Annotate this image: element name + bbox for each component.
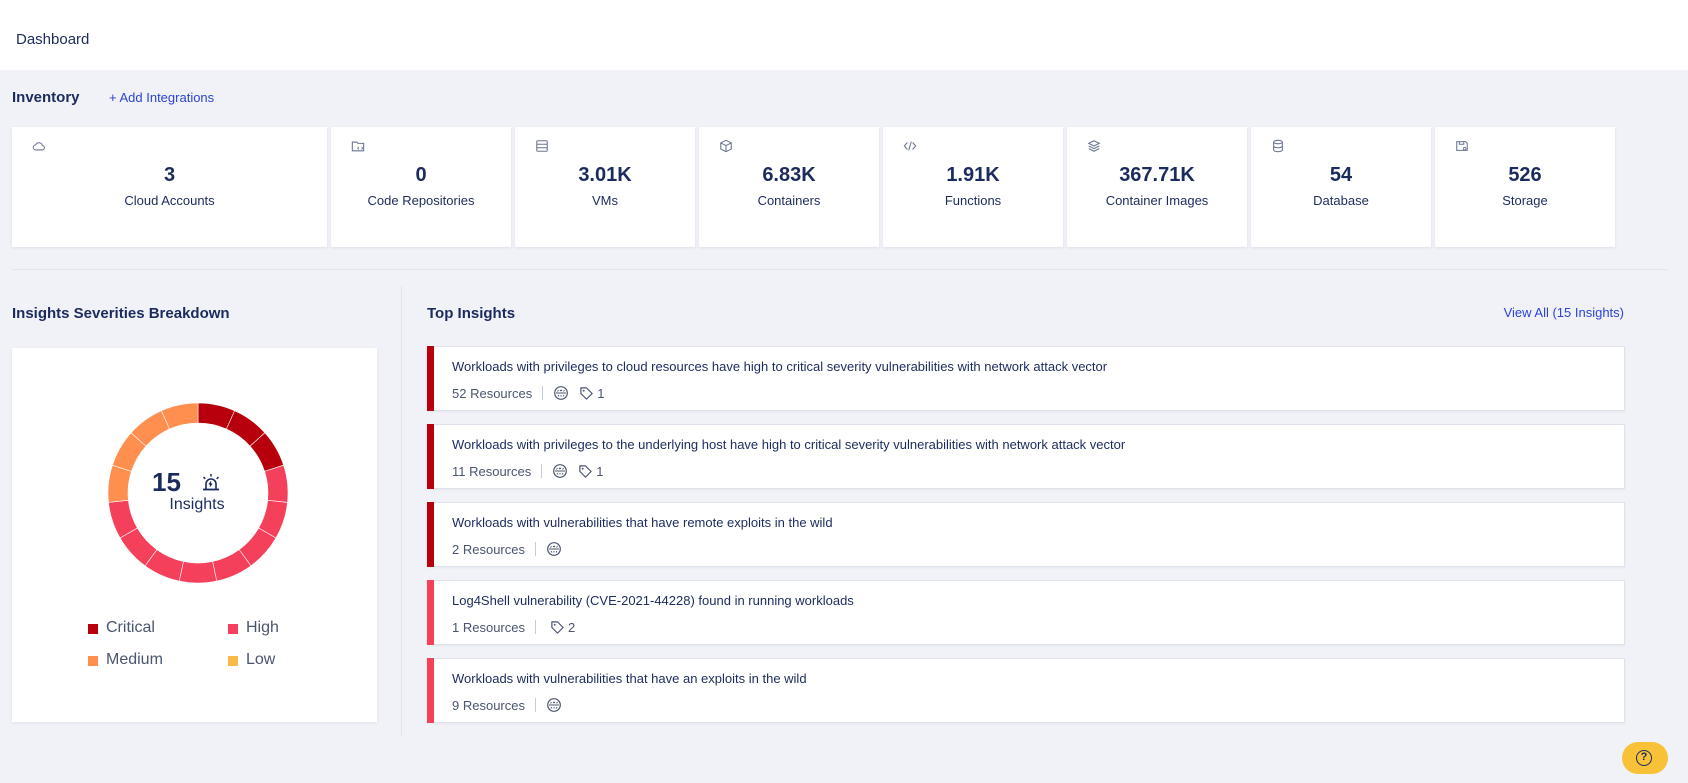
top-insights-title: Top Insights [427, 305, 516, 322]
card-label: Functions [944, 193, 1002, 208]
card-containers[interactable]: 6.83K Containers [699, 127, 879, 247]
view-all-insights-link[interactable]: View All (15 Insights) [1504, 305, 1624, 320]
insight-card[interactable]: Workloads with privileges to cloud resou… [427, 346, 1625, 411]
tag-count: 1 [596, 463, 604, 479]
insight-title: Workloads with vulnerabilities that have… [452, 515, 833, 530]
card-storage[interactable]: 526 Storage [1435, 127, 1615, 247]
card-label: Code Repositories [367, 193, 475, 208]
folder-code-icon [351, 141, 365, 152]
insight-meta: 11 Resources 1 [452, 462, 603, 480]
insight-meta: 9 Resources [452, 696, 568, 714]
box-icon [720, 139, 732, 153]
card-label: Storage [1502, 193, 1548, 208]
legend-label: Critical [106, 619, 155, 636]
insight-card[interactable]: Workloads with vulnerabilities that have… [427, 658, 1625, 723]
legend-label: High [246, 619, 279, 636]
resource-count: 2 Resources [452, 541, 525, 557]
top-bar: Dashboard [0, 0, 1688, 70]
column-divider [401, 286, 402, 736]
severity-bar [427, 346, 434, 411]
storage-icon [1456, 141, 1468, 151]
card-functions[interactable]: 1.91K Functions [883, 127, 1063, 247]
insight-title: Workloads with vulnerabilities that have… [452, 671, 807, 686]
inventory-title: Inventory [12, 89, 80, 106]
server-icon [536, 140, 548, 152]
insight-card[interactable]: Workloads with vulnerabilities that have… [427, 502, 1625, 567]
card-database[interactable]: 54 Database [1251, 127, 1431, 247]
severity-bar [427, 580, 434, 645]
severity-bar [427, 424, 434, 489]
card-value: 3 [163, 164, 176, 186]
card-label: Cloud Accounts [124, 193, 215, 208]
alarm-icon [202, 474, 220, 491]
insight-title: Log4Shell vulnerability (CVE-2021-44228)… [452, 593, 854, 608]
resource-count: 1 Resources [452, 619, 525, 635]
help-button[interactable]: ? [1622, 742, 1668, 774]
severity-bar [427, 658, 434, 723]
card-cloud-accounts[interactable]: 3 Cloud Accounts [12, 127, 327, 247]
severity-bar [427, 502, 434, 567]
cve-icon [547, 542, 561, 556]
legend-label: Low [246, 651, 276, 668]
card-value: 54 [1329, 164, 1353, 186]
legend-swatch [228, 656, 238, 666]
card-value: 6.83K [762, 164, 816, 186]
card-label: VMs [592, 193, 618, 208]
tag-icon [579, 464, 592, 478]
add-integrations-link[interactable]: + Add Integrations [109, 90, 214, 105]
insight-meta: 1 Resources 2 [452, 618, 575, 636]
card-value: 3.01K [578, 164, 632, 186]
legend-swatch [88, 656, 98, 666]
insight-meta: 52 Resources 1 [452, 384, 604, 402]
meta-separator [534, 542, 536, 556]
insight-title: Workloads with privileges to cloud resou… [452, 359, 1108, 374]
card-vms[interactable]: 3.01K VMs [515, 127, 695, 247]
donut-slice-high[interactable] [178, 561, 218, 584]
card-label: Containers [757, 193, 821, 208]
card-value: 0 [415, 164, 427, 186]
insight-card[interactable]: Workloads with privileges to the underly… [427, 424, 1625, 489]
cve-icon [553, 464, 568, 478]
cve-icon [547, 698, 561, 712]
section-divider [12, 269, 1667, 270]
insights-total: 15 [152, 467, 181, 497]
resource-count: 9 Resources [452, 697, 525, 713]
legend-swatch [88, 624, 98, 634]
card-label: Database [1313, 193, 1369, 208]
tag-count: 1 [597, 385, 605, 401]
resource-count: 52 Resources [452, 385, 533, 401]
page-title: Dashboard [16, 31, 90, 48]
card-value: 526 [1508, 164, 1542, 186]
tag-icon [580, 386, 593, 400]
card-value: 367.71K [1119, 164, 1195, 186]
code-icon [903, 141, 917, 151]
severities-panel: 15 Insights Critical High Medium Low [12, 348, 377, 722]
resource-count: 11 Resources [452, 463, 532, 479]
cve-icon [554, 386, 569, 400]
database-icon [1273, 139, 1283, 153]
card-code-repositories[interactable]: 0 Code Repositories [331, 127, 511, 247]
tag-icon [551, 620, 564, 634]
legend-swatch [228, 624, 238, 634]
cloud-icon [32, 142, 45, 151]
card-value: 1.91K [946, 164, 1000, 186]
help-icon: ? [1636, 750, 1652, 766]
severities-title: Insights Severities Breakdown [12, 305, 230, 322]
meta-separator [541, 464, 543, 478]
severity-donut-chart [107, 402, 289, 584]
card-container-images[interactable]: 367.71K Container Images [1067, 127, 1247, 247]
legend-label: Medium [106, 651, 163, 668]
insight-title: Workloads with privileges to the underly… [452, 437, 1126, 452]
meta-separator [542, 386, 544, 400]
layers-icon [1087, 140, 1101, 152]
card-label: Container Images [1105, 193, 1209, 208]
meta-separator [534, 620, 536, 634]
tag-count: 2 [567, 619, 576, 635]
insight-card[interactable]: Log4Shell vulnerability (CVE-2021-44228)… [427, 580, 1625, 645]
insights-total-label: Insights [169, 496, 225, 513]
insight-meta: 2 Resources [452, 540, 568, 558]
meta-separator [534, 698, 536, 712]
